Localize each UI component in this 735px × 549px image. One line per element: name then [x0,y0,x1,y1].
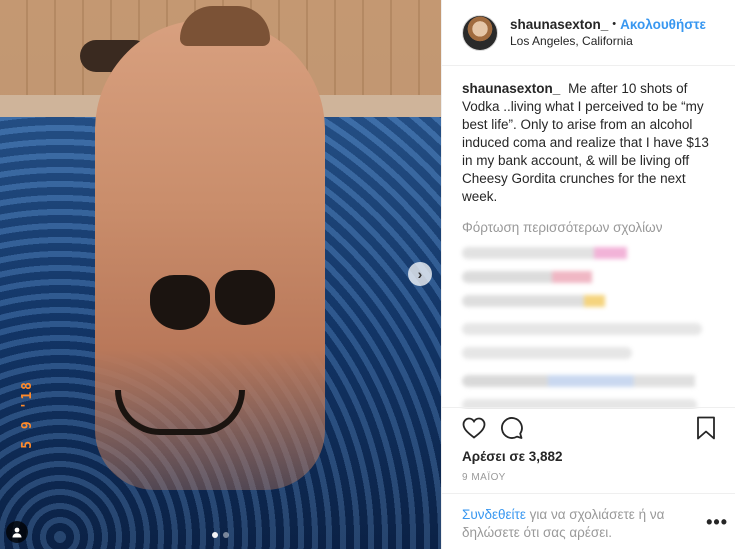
login-link[interactable]: Συνδεθείτε [462,507,526,522]
header-separator: • [612,17,617,30]
carousel-dots [212,532,229,538]
comments-section: shaunasexton_ Me after 10 shots of Vodka… [442,66,735,409]
post-caption: shaunasexton_ Me after 10 shots of Vodka… [462,80,715,206]
login-prompt: Συνδεθείτε για να σχολιάσετε ή να δηλώσε… [462,506,716,542]
comment-icon[interactable] [498,414,526,442]
photo-date-stamp: 5 9 '18 [20,380,35,449]
photo-swimsuit-left [150,275,210,330]
caption-username[interactable]: shaunasexton_ [462,81,560,96]
blurred-comment [462,271,662,283]
photo-swimsuit-right [215,270,275,325]
post-photo[interactable]: 5 9 '18 › [0,0,441,549]
user-tag-icon[interactable] [6,521,28,543]
carousel-dot-active [212,532,218,538]
follow-button[interactable]: Ακολουθήστε [620,16,706,33]
post-date[interactable]: 9 ΜΑΪΟΥ [462,472,506,483]
photo-hair [180,6,270,46]
blurred-comment [462,295,672,307]
chevron-right-icon[interactable]: › [408,262,432,286]
post-header: shaunasexton_ • Ακολουθήστε Los Angeles,… [442,0,735,66]
comment-footer: Συνδεθείτε για να σχολιάσετε ή να δηλώσε… [442,493,735,549]
bookmark-icon[interactable] [692,414,720,442]
post-sidebar: shaunasexton_ • Ακολουθήστε Los Angeles,… [441,0,735,549]
blurred-comment [462,347,632,359]
blurred-comment [462,323,702,335]
username-link[interactable]: shaunasexton_ [510,16,608,33]
blurred-comment [462,247,682,259]
more-options-icon[interactable]: ••• [706,512,728,533]
carousel-dot [223,532,229,538]
location-link[interactable]: Los Angeles, California [510,33,706,50]
post-actions [442,407,735,447]
heart-icon[interactable] [460,414,488,442]
caption-text: Me after 10 shots of Vodka ..living what… [462,81,709,204]
load-more-comments-button[interactable]: Φόρτωση περισσότερων σχολίων [462,220,715,235]
blurred-comment [462,375,707,387]
likes-count[interactable]: Αρέσει σε 3,882 [462,449,563,464]
avatar[interactable] [462,14,498,51]
